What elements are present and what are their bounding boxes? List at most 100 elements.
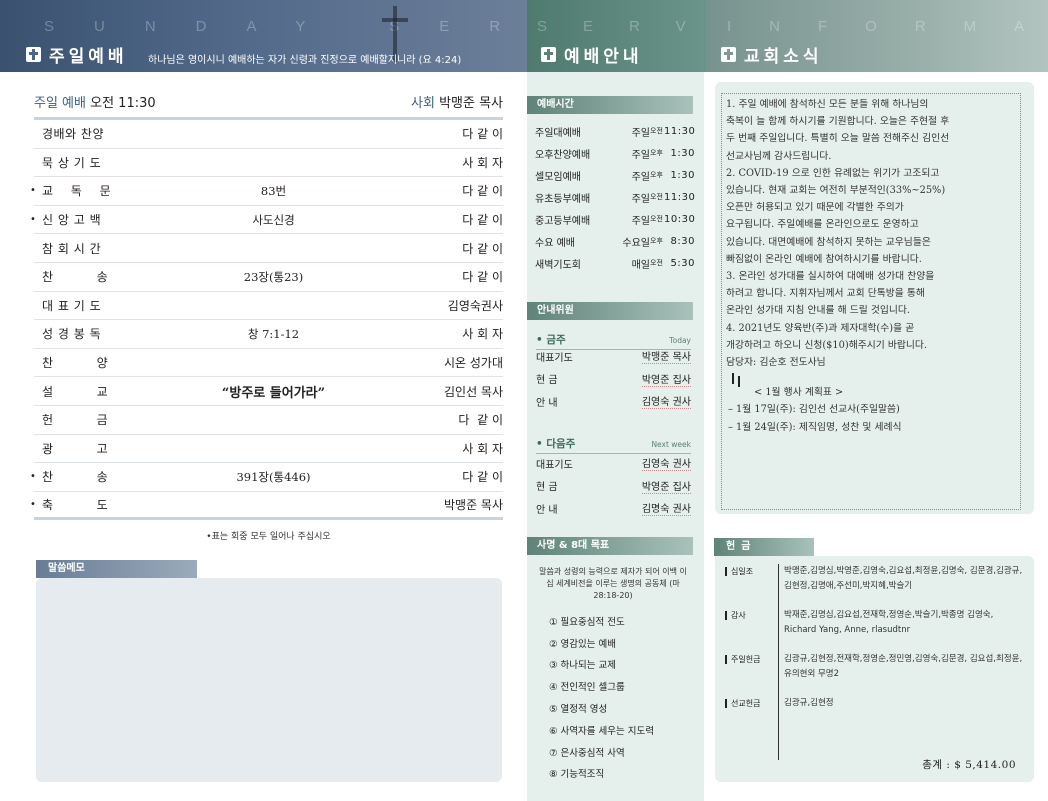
guide-role: 현 금 (536, 482, 558, 494)
service-time-row: 오후찬양예배 주일 오후 1:30 (535, 142, 695, 164)
news-line (732, 372, 740, 387)
order-row: • 신 앙 고 백 사도신경 다 같 이 (30, 206, 503, 235)
offering-category: 십일조 (725, 566, 753, 577)
row-detail: 83번 (260, 183, 287, 198)
guide-person: 박영준 집사 (641, 478, 691, 494)
row-item-name: 성 경 봉 독 (42, 327, 102, 342)
worship-title: 주일예배 (26, 42, 128, 67)
order-row: 헌 금다 같 이 (34, 406, 503, 435)
worship-title-text: 주일예배 (49, 47, 128, 67)
news-header-band: INFORMATION 교회소식 (707, 0, 1048, 72)
row-mark: • (30, 471, 36, 483)
bullet-bar-icon (725, 699, 727, 708)
service-time-row: 주일대예배 주일 오전 11:30 (535, 120, 695, 142)
news-line: 오픈만 허용되고 있기 때문에 각별한 주의가 (726, 202, 904, 214)
row-person: 다 같 이 (462, 127, 503, 142)
goal-item: ⑤ 열정적 영성 (549, 704, 608, 716)
news-line: 4. 2021년도 양육반(주)과 제자대학(수)을 곧 (726, 322, 915, 334)
order-row: • 찬 송 391장(통446) 다 같 이 (30, 463, 503, 492)
leader-label: 사회 (411, 96, 435, 111)
row-person: 다 같 이 (462, 470, 503, 485)
row-detail: 사도신경 (252, 212, 295, 227)
service-day: 주일 (631, 215, 650, 227)
row-detail: 창 7:1-12 (247, 326, 300, 341)
news-line: 온라인 성가대 지침 안내를 해 드릴 것입니다. (726, 305, 911, 317)
row-person: 다 같 이 (462, 213, 503, 228)
service-ampm: 오후 (650, 237, 663, 245)
service-time: 오전 11:30 (90, 96, 156, 111)
row-person: 다 같 이 (458, 413, 503, 428)
row-person: 다 같 이 (462, 241, 503, 256)
row-person: 사 회 자 (462, 155, 503, 170)
order-rows: 경배와 찬양 다 같 이묵 상 기 도사 회 자 • 교 독 문 83번 다 같 이 • 신 … (30, 120, 503, 521)
goal-item: ⑥ 사역자를 세우는 지도력 (549, 725, 654, 737)
service-hour: 5:30 (670, 257, 695, 269)
service-day: 주일 (631, 127, 650, 139)
row-item-name: 묵 상 기 도 (42, 155, 102, 170)
guide-person: 박맹준 목사 (641, 348, 691, 365)
cross-icon (26, 47, 41, 62)
service-day: 주일 (631, 193, 650, 205)
service-ampm: 오후 (650, 149, 663, 157)
service-title-text: 예배안내 (564, 47, 643, 67)
news-line: 개강하려고 하오니 신청($10)해주시기 바랍니다. (726, 339, 928, 351)
service-day: 수요일 (622, 237, 650, 249)
news-line: 담당자: 김순호 전도사님 (726, 357, 826, 369)
offering-names: 김광규,김현정 (784, 698, 834, 708)
row-mark: • (30, 185, 36, 197)
goal-item: ② 영감있는 예배 (549, 638, 616, 650)
service-name: 셀모임예배 (535, 171, 581, 183)
offering-names: 박맹준,김명심,박영준,김영숙,김요섭,최정윤,김명숙, 김문경,김광규,김현정… (784, 566, 1023, 591)
order-note: •표는 회중 모두 일어나 주십시오 (206, 532, 331, 543)
row-item-name: 광 고 (42, 441, 109, 456)
news-box: 1. 주일 예배에 참석하신 모든 분들 위해 하나님의축복이 늘 함께 하시기… (721, 93, 1021, 510)
order-row: 찬 송 23장(통23) 다 같 이 (34, 263, 503, 292)
service-hour: 1:30 (670, 169, 695, 181)
offering-total: 총계 : $ 5,414.00 (922, 759, 1016, 771)
row-detail: 23장(통23) (243, 269, 304, 284)
service-time-row: 새벽기도회 매일 오전 5:30 (535, 252, 695, 274)
goals-tab: 사명 & 8대 목표 (527, 537, 693, 555)
bullet-bar-icon (725, 655, 727, 664)
news-line: 1. 주일 예배에 참석하신 모든 분들 위해 하나님의 (726, 99, 929, 110)
order-of-worship: 주일 예배 오전 11:30 사회 박맹준 목사 경배와 찬양 다 같 이묵 상 … (30, 92, 503, 543)
row-person: 박맹준 목사 (443, 498, 503, 513)
news-line: 빠짐없이 온라인 예배에 참여하시기를 바랍니다. (726, 253, 922, 265)
service-times: 주일대예배 주일 오전 11:30 오후찬양예배 주일 오후 1:30 셀모임예배 주일 오후 1:3… (535, 120, 695, 274)
service-name: 주일대예배 (535, 127, 581, 139)
offering-category: 선교헌금 (725, 698, 760, 709)
goal-item: ③ 하나되는 교제 (549, 660, 616, 672)
guide-role: 대표기도 (536, 352, 573, 364)
bullet-bar-icon (725, 567, 727, 576)
news-line: 축복이 늘 함께 하시기를 기원합니다. 오늘은 주현절 후 (726, 116, 950, 128)
news-title: 교회소식 (721, 42, 823, 67)
guide-person: 김영숙 권사 (641, 455, 691, 472)
order-row: 설 교 “방주로 들어가라” 김인선 목사 (34, 377, 503, 406)
news-line: – 1월 24일(주): 제직임명, 성찬 및 세례식 (728, 421, 902, 433)
row-item-name: 축 도 (42, 498, 109, 513)
row-item-name: 경배와 찬양 (42, 127, 105, 142)
offering-category: 감사 (725, 610, 746, 621)
row-item-name: 헌 금 (42, 413, 109, 428)
offering-names: 박재준,김명심,김요섭,전재학,정영순,박슬기,박종명 김영숙, Richard… (784, 610, 994, 635)
leader-name: 박맹준 목사 (439, 96, 503, 111)
row-person: 다 같 이 (462, 270, 503, 285)
offering-category-name: 선교헌금 (731, 699, 761, 708)
offering-divider (778, 564, 779, 760)
service-name: 중고등부예배 (535, 215, 591, 227)
order-row: 광 고사 회 자 (34, 435, 503, 464)
service-ampm: 오전 (650, 193, 663, 201)
service-day: 매일 (631, 259, 650, 271)
guide-role: 안 내 (536, 504, 558, 516)
row-detail: “방주로 들어가라” (221, 385, 326, 401)
service-name: 오후찬양예배 (535, 149, 591, 161)
row-mark: • (30, 214, 36, 226)
service-hour: 1:30 (670, 147, 695, 159)
news-line: 요구됩니다. 주일예배를 온라인으로도 운영하고 (726, 219, 919, 231)
guide-row: 현 금 박영준 집사 (536, 368, 691, 391)
this-week-guides: 대표기도 박맹준 목사 현 금 박영준 집사 안 내 김영숙 권사 (536, 345, 691, 413)
service-day: 주일 (631, 149, 650, 161)
service-ampm: 오전 (650, 259, 663, 267)
news-line: 하려고 합니다. 지휘자님께서 교회 단톡방을 통해 (726, 288, 925, 300)
service-name: 새벽기도회 (535, 259, 581, 271)
